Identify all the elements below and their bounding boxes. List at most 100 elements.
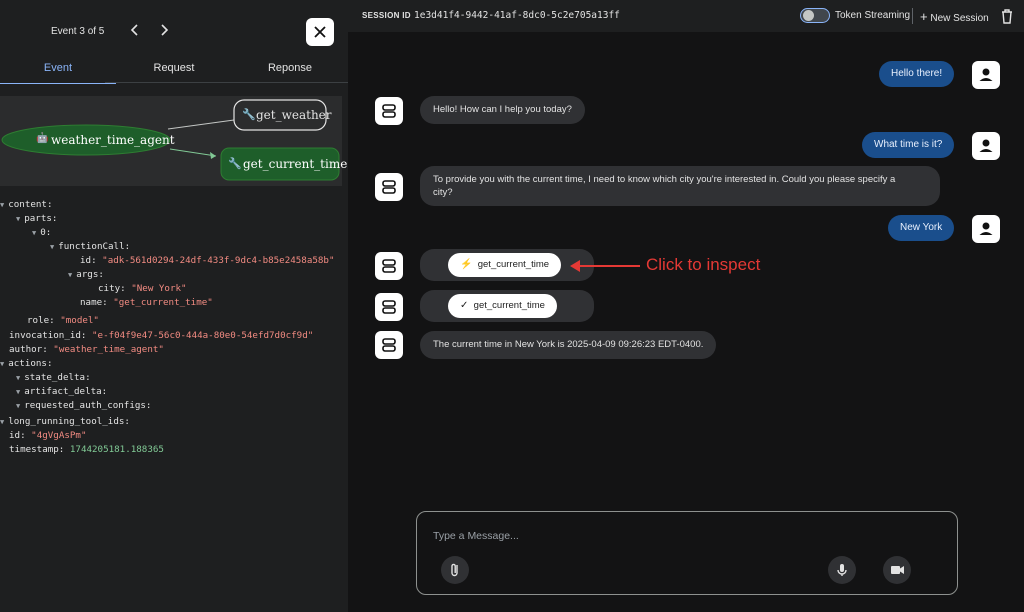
event-tabs: Event Request Reponse (0, 58, 348, 84)
edge-agent-to-get-current-time (169, 148, 217, 157)
tree-string-value: "weather_time_agent" (53, 344, 164, 355)
tree-key: artifact_delta: (24, 386, 108, 397)
tree-key: functionCall: (58, 241, 131, 252)
tree-string-value: "e-f04f9e47-56c0-444a-80e0-54efd7d0cf9d" (92, 330, 314, 341)
paperclip-icon (451, 563, 458, 577)
tree-row-role: role: "model" (27, 314, 99, 328)
microphone-icon (837, 564, 847, 576)
tree-row-args[interactable]: ▼ args: (68, 268, 104, 282)
new-session-label: New Session (930, 13, 989, 24)
person-icon (979, 68, 993, 81)
tree-string-value: "model" (60, 315, 99, 326)
bot-avatar (375, 252, 403, 280)
user-message-bubble: What time is it? (862, 132, 955, 158)
bot-icon (382, 180, 396, 194)
previous-event-button[interactable] (127, 22, 143, 40)
chevron-right-icon (161, 24, 169, 36)
tree-row-parts[interactable]: ▼ parts: (16, 212, 57, 226)
tool-call-chip[interactable]: ⚡ get_current_time (448, 253, 562, 277)
agent-graph: 🤖 weather_time_agent 🔧 get_weather 🔧 get… (0, 96, 347, 186)
tree-key: id: (9, 430, 26, 441)
tree-key: author: (9, 344, 48, 355)
tool-node-label-get-weather: get_weather (256, 108, 332, 122)
person-icon (979, 139, 993, 152)
token-streaming-label: Token Streaming (835, 10, 911, 21)
event-counter: Event 3 of 5 (51, 26, 105, 37)
tab-event[interactable]: Event (0, 58, 116, 84)
tree-row-id: id: "adk-561d0294-24df-433f-9dc4-b85e245… (80, 254, 334, 268)
tree-key: actions: (8, 358, 53, 369)
tool-node-label-get-current-time: get_current_time (243, 157, 348, 171)
tree-key: city: (98, 283, 126, 294)
event-navigation-header: Event 3 of 5 (0, 0, 348, 62)
bolt-icon: ⚡ (460, 259, 473, 270)
close-panel-button[interactable] (306, 18, 334, 46)
tree-row-long-running-tool-ids[interactable]: ▼ long_running_tool_ids: (0, 415, 130, 429)
wrench-icon: 🔧 (228, 158, 242, 170)
tree-row-function-call[interactable]: ▼ functionCall: (50, 240, 130, 254)
tree-string-value: "New York" (131, 283, 187, 294)
tree-number-value: 1744205181.188365 (69, 444, 164, 455)
bot-icon (382, 338, 396, 352)
tree-row-timestamp: timestamp: 1744205181.188365 (9, 443, 164, 457)
tree-string-value: "4gVgAsPm" (31, 430, 87, 441)
annotation-text: Click to inspect (646, 255, 761, 274)
tab-request[interactable]: Request (116, 58, 232, 84)
tool-result-chip[interactable]: ✓ get_current_time (448, 294, 557, 318)
tree-row-index[interactable]: ▼ 0: (32, 226, 51, 240)
tree-row-invocation-id: invocation_id: "e-f04f9e47-56c0-444a-80e… (9, 329, 313, 343)
bot-message-line: city? (433, 187, 453, 198)
user-avatar (972, 215, 1000, 243)
tree-key: timestamp: (9, 444, 65, 455)
tree-row-name: name: "get_current_time" (80, 296, 213, 310)
wrench-icon: 🔧 (242, 109, 256, 121)
tree-key: invocation_id: (9, 330, 87, 341)
tree-key: parts: (24, 213, 58, 224)
chat-panel: SESSION ID 1e3d41f4-9442-41af-8dc0-5c2e7… (348, 0, 1024, 612)
tree-row-requested-auth-configs[interactable]: ▼ requested_auth_configs: (16, 399, 151, 413)
next-event-button[interactable] (156, 22, 172, 40)
tree-row-author: author: "weather_time_agent" (9, 343, 164, 357)
trash-icon[interactable] (1000, 8, 1014, 24)
chevron-left-icon (130, 24, 138, 36)
new-session-button[interactable]: + New Session (920, 9, 989, 24)
bot-message-bubble: Hello! How can I help you today? (420, 96, 585, 124)
tree-key: requested_auth_configs: (24, 400, 152, 411)
bot-message-line: To provide you with the current time, I … (433, 174, 896, 185)
tree-row-artifact-delta[interactable]: ▼ artifact_delta: (16, 385, 107, 399)
session-topbar: SESSION ID 1e3d41f4-9442-41af-8dc0-5c2e7… (348, 0, 1024, 32)
token-streaming-toggle[interactable] (800, 8, 830, 23)
tree-row-content[interactable]: ▼ content: (0, 198, 52, 212)
user-message-bubble: New York (888, 215, 955, 241)
tree-row-actions[interactable]: ▼ actions: (0, 357, 52, 371)
attach-button[interactable] (441, 556, 469, 584)
topbar-divider (912, 8, 913, 24)
event-inspector-panel: Event 3 of 5 Event Request Reponse 🤖 wea… (0, 0, 348, 612)
bot-avatar (375, 293, 403, 321)
video-camera-icon (891, 566, 904, 574)
tree-key: content: (8, 199, 53, 210)
person-icon (979, 222, 993, 235)
video-button[interactable] (883, 556, 911, 584)
annotation-arrow (570, 260, 640, 272)
tree-row-city: city: "New York" (98, 282, 187, 296)
bot-icon (382, 259, 396, 273)
edge-arrowhead (210, 152, 216, 159)
session-id-value: 1e3d41f4-9442-41af-8dc0-5c2e705a13ff (414, 10, 620, 21)
agent-node-label: weather_time_agent (51, 133, 175, 147)
edge-agent-to-get-weather (167, 119, 235, 130)
tree-string-value: "adk-561d0294-24df-433f-9dc4-b85e2458a58… (102, 255, 335, 266)
tree-row-event-id: id: "4gVgAsPm" (9, 429, 86, 443)
user-message-bubble: Hello there! (879, 61, 955, 87)
bot-message-bubble: To provide you with the current time, I … (420, 166, 940, 206)
microphone-button[interactable] (828, 556, 856, 584)
user-avatar (972, 61, 1000, 89)
tab-response[interactable]: Reponse (232, 58, 348, 84)
user-avatar (972, 132, 1000, 160)
tree-row-state-delta[interactable]: ▼ state_delta: (16, 371, 91, 385)
message-input[interactable]: Type a Message... (433, 530, 519, 542)
bot-icon (382, 104, 396, 118)
toggle-knob (803, 10, 814, 21)
session-id-label: SESSION ID (362, 11, 411, 20)
close-icon (314, 26, 326, 38)
